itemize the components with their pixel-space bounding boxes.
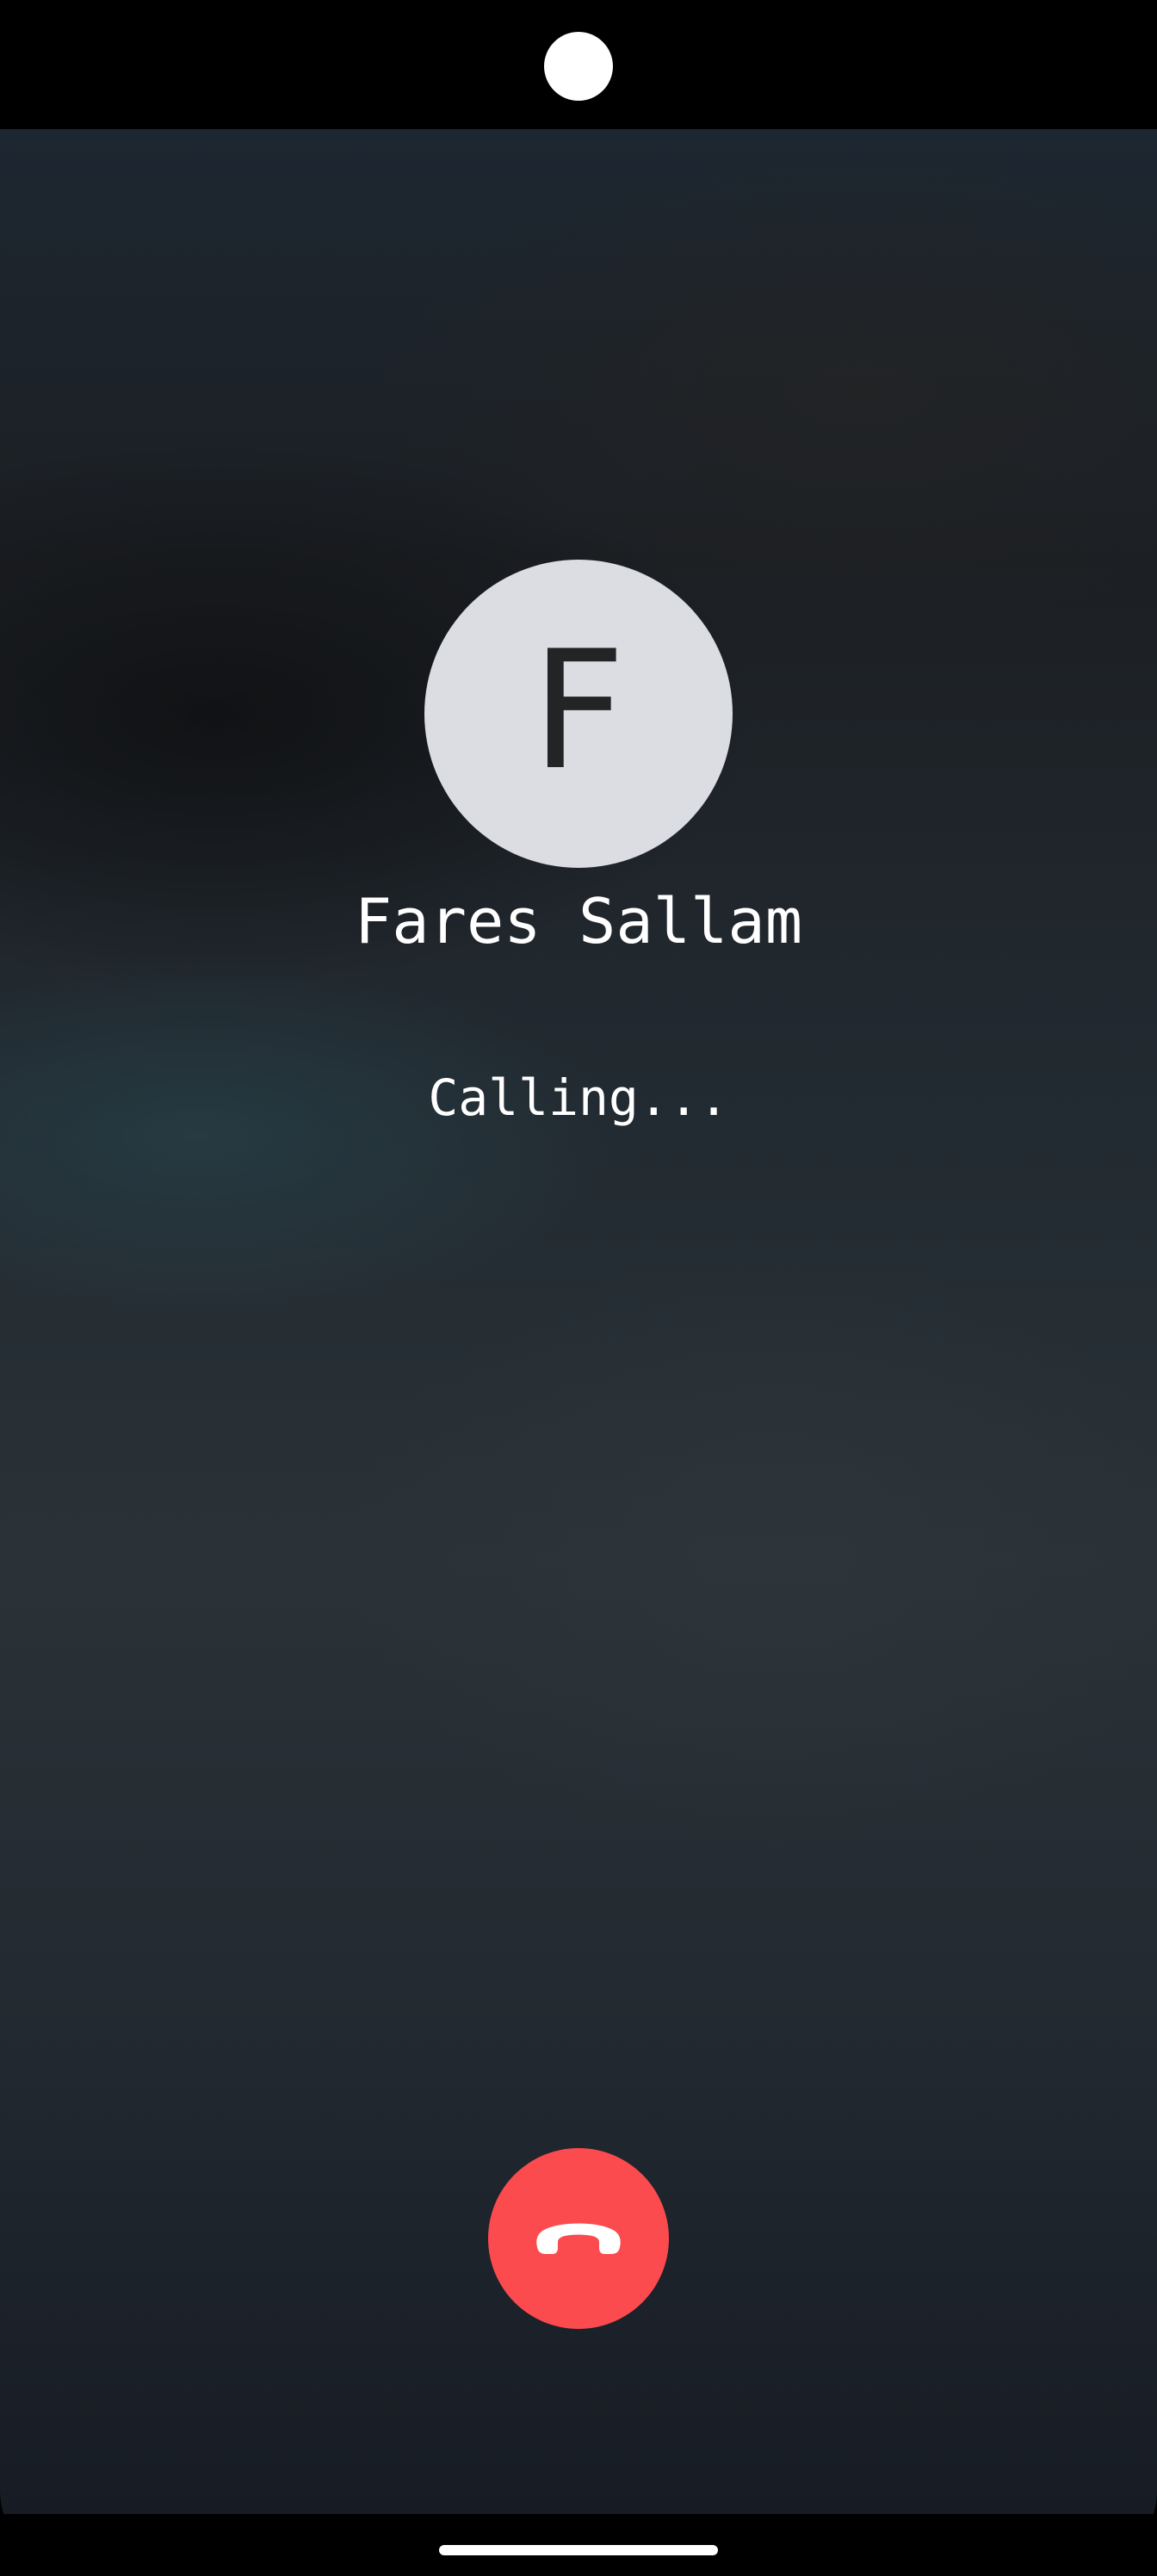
call-status-text: Calling...	[428, 1068, 729, 1127]
avatar-initial: F	[531, 616, 626, 806]
status-bar	[0, 0, 1157, 129]
outgoing-call-screen: F Fares Sallam Calling...	[0, 129, 1157, 2514]
phone-hangup-icon	[536, 2223, 621, 2254]
front-camera-cutout	[544, 32, 613, 101]
contact-name: Fares Sallam	[354, 885, 803, 957]
end-call-button[interactable]	[488, 2148, 669, 2329]
contact-avatar: F	[424, 560, 733, 868]
phone-screen: F Fares Sallam Calling...	[0, 0, 1157, 2576]
home-indicator[interactable]	[439, 2545, 718, 2555]
navigation-bar	[0, 2514, 1157, 2576]
